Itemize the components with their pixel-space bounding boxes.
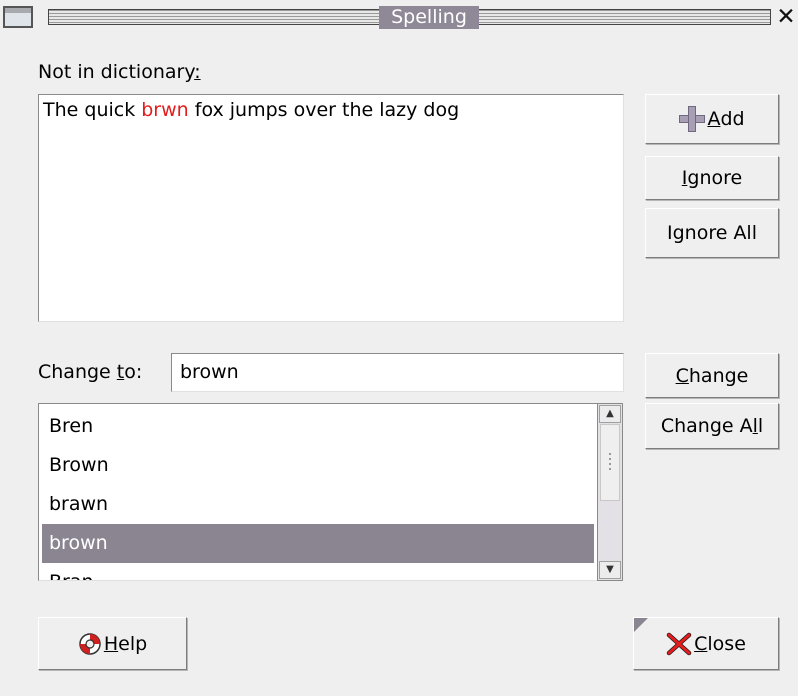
change-to-post: o: xyxy=(124,361,143,383)
suggestion-item[interactable]: Bran xyxy=(42,563,594,580)
ignore-all-label: Ignore All xyxy=(666,222,757,244)
suggestions-scrollbar[interactable]: ▲ ▼ xyxy=(597,403,623,581)
misspelled-word: brwn xyxy=(141,99,189,121)
change-to-label: Change to: xyxy=(38,361,142,384)
ignore-button[interactable]: Ignore xyxy=(645,156,779,200)
change-all-button[interactable]: Change All xyxy=(645,403,779,449)
suggestion-item[interactable]: Brown xyxy=(42,446,594,485)
suggestion-item[interactable]: Bren xyxy=(42,407,594,446)
change-label: hange xyxy=(688,364,749,387)
add-button[interactable]: Add xyxy=(645,94,779,144)
not-in-dictionary-label: Not in dictionary: xyxy=(38,61,201,84)
help-button[interactable]: Help xyxy=(38,617,187,670)
close-mnemonic: C xyxy=(694,632,708,655)
add-mnemonic: A xyxy=(707,108,721,130)
ignore-label: gnore xyxy=(687,167,743,189)
change-all-post: l xyxy=(757,415,764,437)
not-in-dictionary-colon: : xyxy=(194,61,201,83)
default-button-corner-mark xyxy=(634,618,648,632)
scroll-up-arrow-icon[interactable]: ▲ xyxy=(599,405,621,423)
help-label: elp xyxy=(118,632,148,655)
plus-icon xyxy=(679,106,706,132)
suggestions-list[interactable]: Bren Brown brawn brown Bran xyxy=(38,403,623,581)
change-mnemonic: C xyxy=(675,364,689,387)
sentence-text-area[interactable]: The quick brwn fox jumps over the lazy d… xyxy=(38,94,624,322)
scroll-thumb[interactable] xyxy=(600,424,620,501)
change-to-input[interactable]: brown xyxy=(171,353,624,392)
red-x-icon xyxy=(666,632,692,656)
close-button[interactable]: Close xyxy=(633,617,779,670)
change-to-value: brown xyxy=(180,361,239,383)
change-to-pre: Change xyxy=(38,361,117,383)
suggestion-item[interactable]: brawn xyxy=(42,485,594,524)
close-label: lose xyxy=(707,632,746,655)
not-in-dictionary-text: Not in dictionary xyxy=(38,61,195,83)
scroll-down-arrow-icon[interactable]: ▼ xyxy=(599,561,621,579)
window-close-icon[interactable]: ✕ xyxy=(775,4,797,30)
help-mnemonic: H xyxy=(103,632,119,655)
change-button[interactable]: Change xyxy=(645,353,779,398)
add-label: dd xyxy=(720,108,745,130)
ignore-all-button[interactable]: Ignore All xyxy=(645,208,779,258)
lifebuoy-icon xyxy=(78,632,102,656)
window-menu-icon[interactable] xyxy=(3,6,33,28)
suggestion-item-selected[interactable]: brown xyxy=(42,524,594,563)
sentence-after: fox jumps over the lazy dog xyxy=(188,99,460,121)
change-all-pre: Change A xyxy=(660,415,753,437)
window-title: Spelling xyxy=(379,6,479,29)
sentence-line: The quick brwn fox jumps over the lazy d… xyxy=(43,99,459,121)
sentence-before: The quick xyxy=(43,99,142,121)
title-bar: Spelling ✕ xyxy=(0,0,798,34)
